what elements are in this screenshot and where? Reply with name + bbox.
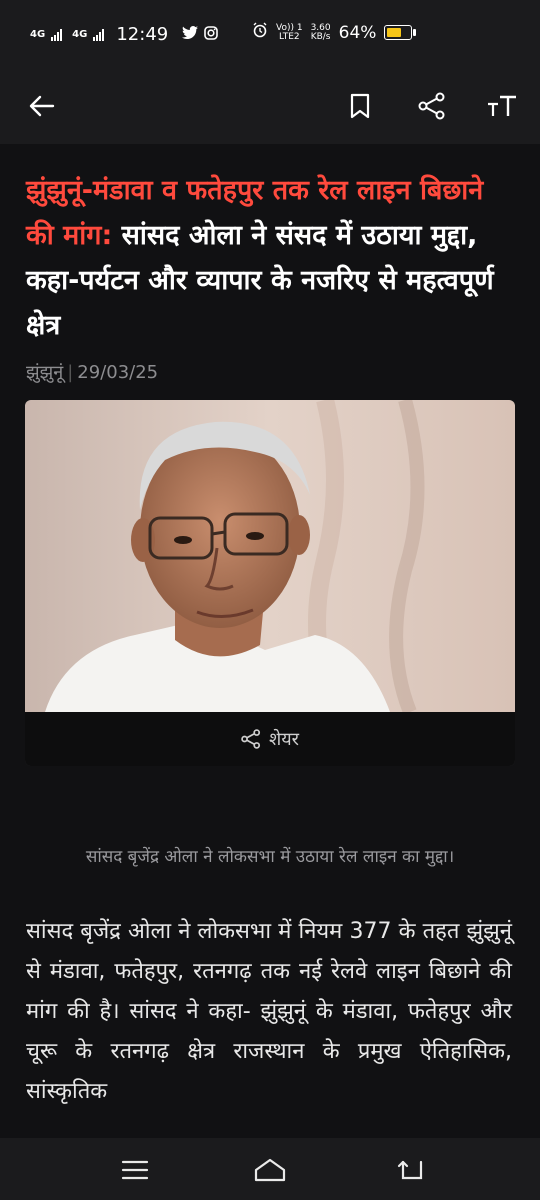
bookmark-icon[interactable] <box>340 86 380 126</box>
battery-percent: 64% <box>338 22 377 43</box>
article-content: झुंझुनूं-मंडावा व फतेहपुर तक रेल लाइन बि… <box>0 144 540 1138</box>
status-bar: 4G 4G 12:49 Vo)) 1 LTE2 3.60 KB/s 64% <box>0 0 540 68</box>
share-icon[interactable] <box>412 86 452 126</box>
home-icon[interactable] <box>245 1152 295 1188</box>
clock: 12:49 <box>116 24 169 45</box>
signal-icon-2 <box>93 28 105 41</box>
network-type-1: 4G <box>30 28 46 40</box>
text-size-icon[interactable] <box>482 86 522 126</box>
battery-fill <box>387 28 402 37</box>
volte-indicator: Vo)) 1 LTE2 <box>276 23 303 42</box>
location-tag[interactable]: झुंझुनूं <box>26 362 63 383</box>
publish-date: 29/03/25 <box>77 362 159 383</box>
network-type-2: 4G <box>72 28 88 40</box>
share-icon <box>241 729 261 749</box>
article-headline[interactable]: झुंझुनूं-मंडावा व फतेहपुर तक रेल लाइन बि… <box>26 168 516 348</box>
portrait-image <box>25 400 515 712</box>
article-body: सांसद बृजेंद्र ओला ने लोकसभा में नियम 37… <box>26 919 512 1104</box>
volte-bottom: LTE2 <box>278 31 300 42</box>
meta-divider: | <box>67 362 74 383</box>
share-label: शेयर <box>268 729 300 750</box>
data-speed: 3.60 KB/s <box>310 23 331 42</box>
twitter-icon <box>182 25 199 45</box>
article-meta: झुंझुनूं | 29/03/25 <box>26 360 158 384</box>
alarm-icon <box>252 22 268 43</box>
photo-caption: सांसद बृजेंद्र ओला ने लोकसभा में उठाया र… <box>85 847 455 867</box>
data-speed-unit: KB/s <box>310 31 331 42</box>
system-nav-bar <box>0 1138 540 1200</box>
back-icon[interactable] <box>386 1152 436 1188</box>
photo-share-button[interactable]: शेयर <box>25 712 515 766</box>
instagram-icon <box>204 25 219 45</box>
status-right: Vo)) 1 LTE2 3.60 KB/s 64% <box>252 22 417 43</box>
back-arrow-icon[interactable] <box>22 86 62 126</box>
article-photo[interactable]: शेयर <box>25 400 515 766</box>
status-left: 4G 4G 12:49 <box>30 24 219 45</box>
battery-icon <box>384 25 417 40</box>
article-toolbar <box>0 68 540 144</box>
menu-icon[interactable] <box>110 1152 160 1188</box>
signal-icon <box>51 28 63 41</box>
